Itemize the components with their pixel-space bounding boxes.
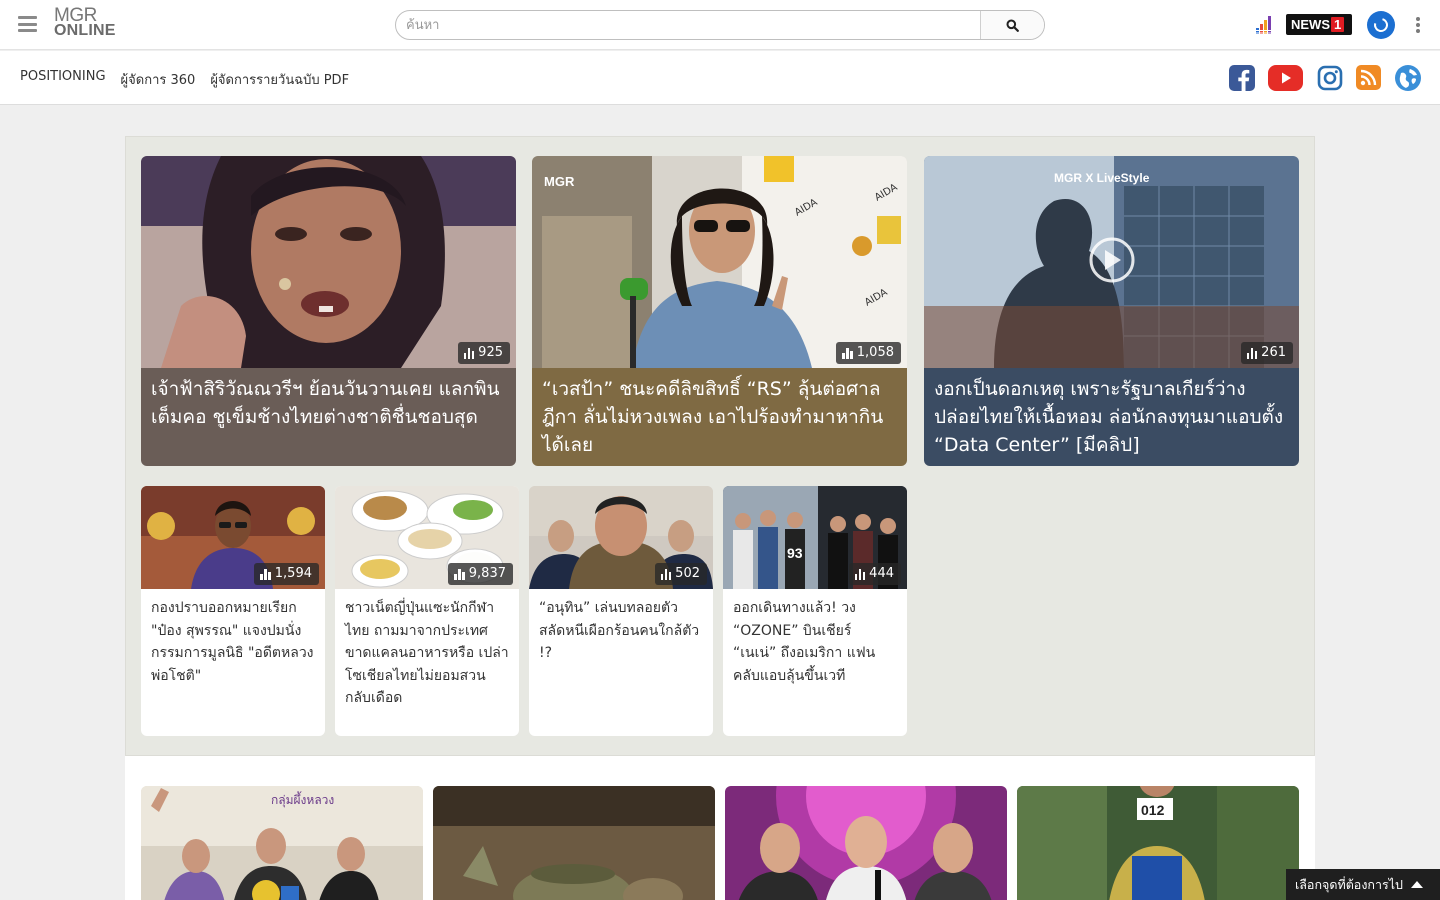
article-image: 012 bbox=[1017, 786, 1299, 900]
article-card[interactable]: กลุ่มผึ้งหลวง bbox=[141, 786, 423, 900]
rss-icon[interactable] bbox=[1356, 65, 1381, 90]
more-options-icon[interactable] bbox=[1414, 17, 1422, 35]
news1-number: 1 bbox=[1331, 17, 1345, 32]
caret-up-icon bbox=[1410, 881, 1423, 888]
view-count: 444 bbox=[848, 563, 901, 585]
article-title: “เวสป้า” ชนะคดีลิขสิทธิ์ “RS” ลุ้นต่อศาล… bbox=[532, 368, 907, 466]
chart-bars-icon bbox=[660, 568, 672, 580]
article-title: ออกเดินทางแล้ว! วง “OZONE” บินเชียร์ “เน… bbox=[733, 600, 876, 684]
power-icon[interactable] bbox=[1367, 11, 1395, 39]
search-button[interactable] bbox=[980, 11, 1044, 39]
stats-bars-icon[interactable] bbox=[1256, 16, 1272, 34]
article-card[interactable] bbox=[725, 786, 1007, 900]
article-image: MGR X LiveStyle 261 bbox=[924, 156, 1299, 368]
nav-bar: POSITIONING ผู้จัดการ 360 ผู้จัดการรายวั… bbox=[0, 51, 1440, 105]
article-title: เจ้าฟ้าสิริวัณณวรีฯ ย้อนวันวานเคย แลกพิน… bbox=[141, 368, 516, 466]
article-title: งอกเป็นดอกเหตุ เพราะรัฐบาลเกียร์ว่าง ปล่… bbox=[924, 368, 1299, 466]
view-count-value: 1,058 bbox=[856, 345, 894, 360]
featured-card[interactable]: MGR X LiveStyle 261 งอกเป็นดอกเหตุ เพราะ… bbox=[924, 156, 1299, 466]
facebook-icon[interactable] bbox=[1229, 65, 1255, 91]
news1-label: NEWS bbox=[1291, 17, 1330, 32]
nav-link-positioning[interactable]: POSITIONING bbox=[20, 69, 106, 90]
article-card[interactable] bbox=[433, 786, 715, 900]
view-count-value: 261 bbox=[1261, 345, 1286, 360]
view-count: 1,058 bbox=[836, 342, 901, 364]
mgr-livestyle-logo: MGR X LiveStyle bbox=[1054, 171, 1150, 185]
view-count-value: 925 bbox=[478, 345, 503, 360]
view-count: 261 bbox=[1240, 342, 1293, 364]
view-count: 925 bbox=[457, 342, 510, 364]
instagram-icon[interactable] bbox=[1317, 65, 1343, 91]
article-image: 925 bbox=[141, 156, 516, 368]
menu-icon[interactable] bbox=[18, 16, 37, 32]
article-image: AIDA AIDA AIDA MGR 1,058 bbox=[532, 156, 907, 368]
chart-bars-icon bbox=[463, 347, 475, 359]
search-input[interactable] bbox=[396, 11, 982, 39]
view-count-value: 502 bbox=[675, 566, 700, 581]
nav-links: POSITIONING ผู้จัดการ 360 ผู้จัดการรายวั… bbox=[20, 69, 349, 90]
nav-link-daily-pdf[interactable]: ผู้จัดการรายวันฉบับ PDF bbox=[210, 69, 349, 90]
jump-to-label: เลือกจุดที่ต้องการไป bbox=[1295, 877, 1403, 892]
svg-text:93: 93 bbox=[787, 545, 803, 561]
article-image: 93 444 bbox=[723, 486, 907, 589]
site-logo[interactable]: MGR ONLINE bbox=[54, 5, 120, 42]
chart-bars-icon bbox=[1246, 347, 1258, 359]
article-card[interactable]: 1,594 กองปราบออกหมายเรียก "ป๋อง สุพรรณ" … bbox=[141, 486, 325, 736]
chart-bars-icon bbox=[842, 347, 853, 359]
chart-bars-icon bbox=[854, 568, 866, 580]
banner-text: กลุ่มผึ้งหลวง bbox=[271, 791, 334, 808]
view-count: 1,594 bbox=[254, 563, 319, 585]
chart-bars-icon bbox=[454, 568, 465, 580]
logo-line2: ONLINE bbox=[54, 22, 116, 39]
article-title: “อนุทิน” เล่นบทลอยตัว สลัดหนีเผือกร้อนคน… bbox=[539, 600, 700, 661]
jump-to-section-button[interactable]: เลือกจุดที่ต้องการไป bbox=[1286, 869, 1440, 900]
article-image bbox=[725, 786, 1007, 900]
nav-link-manager360[interactable]: ผู้จัดการ 360 bbox=[121, 69, 196, 90]
chart-bars-icon bbox=[260, 568, 271, 580]
article-image: กลุ่มผึ้งหลวง bbox=[141, 786, 423, 900]
view-count-value: 9,837 bbox=[468, 566, 506, 581]
article-card[interactable]: 9,837 ชาวเน็ตญี่ปุ่นแซะนักกีฬาไทย ถามมาจ… bbox=[335, 486, 519, 736]
article-card[interactable]: 012 bbox=[1017, 786, 1299, 900]
view-count: 9,837 bbox=[448, 563, 513, 585]
article-image: 502 bbox=[529, 486, 713, 589]
article-image bbox=[433, 786, 715, 900]
article-card[interactable]: 93 444 ออกเดินทางแล้ว! วง “OZONE” บินเชี… bbox=[723, 486, 907, 736]
featured-card[interactable]: AIDA AIDA AIDA MGR 1,058 “เวสป้า” ชนะคดี… bbox=[532, 156, 907, 466]
article-title: ชาวเน็ตญี่ปุ่นแซะนักกีฬาไทย ถามมาจากประเ… bbox=[345, 600, 509, 706]
view-count-value: 444 bbox=[869, 566, 894, 581]
featured-card[interactable]: 925 เจ้าฟ้าสิริวัณณวรีฯ ย้อนวันวานเคย แล… bbox=[141, 156, 516, 466]
news1-logo[interactable]: NEWS 1 bbox=[1286, 14, 1352, 35]
logo-line1: MGR bbox=[54, 5, 97, 26]
mgr-logo: MGR bbox=[544, 174, 575, 189]
youtube-icon[interactable] bbox=[1268, 65, 1303, 91]
top-bar: MGR ONLINE NEWS1 bbox=[0, 0, 1440, 50]
view-count: 502 bbox=[654, 563, 707, 585]
search-icon bbox=[1006, 19, 1019, 32]
article-title: กองปราบออกหมายเรียก "ป๋อง สุพรรณ" แจงปมน… bbox=[151, 600, 314, 684]
search-box bbox=[395, 10, 1045, 40]
race-bib-number: 012 bbox=[1141, 802, 1165, 818]
article-image: 9,837 bbox=[335, 486, 519, 589]
globe-icon[interactable] bbox=[1395, 65, 1421, 91]
view-count-value: 1,594 bbox=[274, 566, 312, 581]
article-image: 1,594 bbox=[141, 486, 325, 589]
article-card[interactable]: 502 “อนุทิน” เล่นบทลอยตัว สลัดหนีเผือกร้… bbox=[529, 486, 713, 736]
